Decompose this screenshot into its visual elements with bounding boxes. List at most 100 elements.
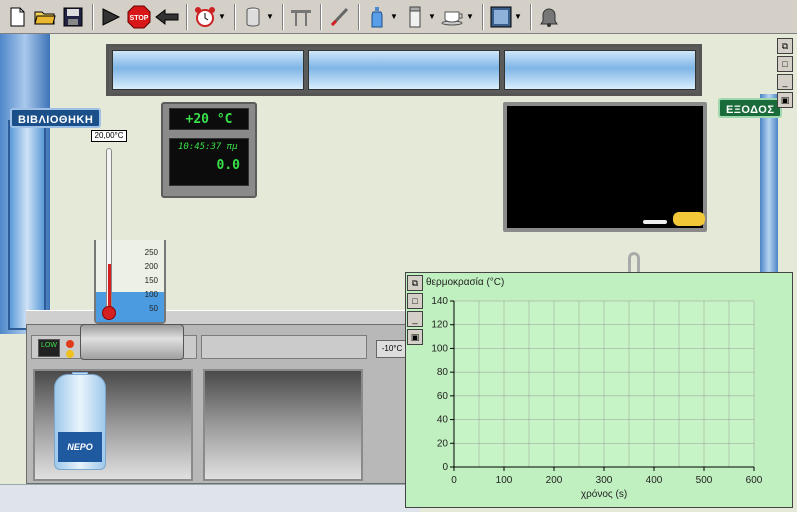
- toolbar-separator: [530, 3, 532, 30]
- chevron-down-icon[interactable]: ▼: [428, 12, 436, 21]
- app-window: STOP ▼ ▼ ▼ ▼ ▼ ▼ ΒΙΒΛΙΟΘΗΚΗ ΕΞΟΔΟΣ +20 °…: [0, 0, 797, 512]
- scene-window-controls: ⧉ □ _ ▣: [776, 36, 796, 110]
- exit-sign[interactable]: ΕΞΟΔΟΣ: [718, 98, 783, 118]
- x-tick-label: 100: [496, 475, 513, 486]
- toolbar-separator: [482, 3, 484, 30]
- temperature-chart: 0 20 40 60 80 100 120 140 0 100 200 300 400 500 600 θερ…: [426, 276, 763, 500]
- y-tick-label: 60: [437, 391, 449, 402]
- new-file-icon: [10, 7, 25, 26]
- stop-button[interactable]: STOP: [126, 4, 152, 30]
- save-graph-button[interactable]: ▣: [777, 92, 793, 108]
- y-tick-label: 140: [431, 296, 448, 307]
- library-sign[interactable]: ΒΙΒΛΙΟΘΗΚΗ: [10, 108, 102, 128]
- cup-button[interactable]: [440, 4, 466, 30]
- stand-icon: [291, 9, 311, 26]
- maximize-button[interactable]: □: [777, 56, 793, 72]
- restore-button[interactable]: ⧉: [777, 38, 793, 54]
- thermometer-reading: 20,00°C: [91, 130, 127, 142]
- x-tick-label: 400: [646, 475, 663, 486]
- control-knobs[interactable]: [66, 340, 76, 360]
- restore-button[interactable]: ⧉: [407, 275, 423, 291]
- beaker-icon: [246, 7, 260, 26]
- toolbar-separator: [186, 3, 188, 30]
- chevron-down-icon[interactable]: ▼: [390, 12, 398, 21]
- y-tick-label: 20: [437, 438, 449, 449]
- x-tick-label: 600: [746, 475, 763, 486]
- beaker-scale: 250 200 150 100 50: [144, 248, 158, 313]
- open-button[interactable]: [32, 4, 58, 30]
- cabinet-door[interactable]: [203, 369, 363, 481]
- chevron-down-icon[interactable]: ▼: [466, 12, 474, 21]
- picture-button[interactable]: [488, 4, 514, 30]
- window-pane: [112, 50, 304, 90]
- bell-button[interactable]: [536, 4, 562, 30]
- toolbar-separator: [234, 3, 236, 30]
- thermometer-mercury: [108, 264, 111, 310]
- maximize-button[interactable]: □: [407, 293, 423, 309]
- minimize-button[interactable]: _: [777, 74, 793, 90]
- bench-top: [26, 310, 416, 324]
- bell-icon: [540, 7, 558, 27]
- alarm-clock-button[interactable]: [192, 4, 218, 30]
- y-tick-label: 40: [437, 415, 449, 426]
- x-axis-label: χρόνος (s): [581, 488, 627, 500]
- stand-button[interactable]: [288, 4, 314, 30]
- y-tick-label: 80: [437, 367, 449, 378]
- window-pane: [308, 50, 500, 90]
- play-icon: [102, 7, 121, 26]
- save-button[interactable]: [60, 4, 86, 30]
- save-icon: [63, 7, 83, 26]
- chevron-down-icon[interactable]: ▼: [514, 12, 522, 21]
- graph-window: ⧉ □ _ ▣ 0 20 40 60 80 100 120 140 0 100 200 300 400 5…: [405, 272, 793, 508]
- cabinet-panel: [201, 335, 367, 359]
- low-indicator: LOW: [38, 339, 60, 357]
- toolbar-separator: [92, 3, 94, 30]
- stop-icon: STOP: [127, 5, 151, 28]
- bottle-label: ΝΕΡΟ: [58, 432, 102, 462]
- y-tick-label: 100: [431, 343, 448, 354]
- room-temperature-display: +20 °C: [169, 108, 249, 130]
- open-folder-icon: [34, 11, 56, 24]
- jar-icon: [409, 6, 421, 27]
- x-tick-label: 200: [546, 475, 563, 486]
- toolbar-separator: [320, 3, 322, 30]
- x-tick-label: 0: [451, 475, 457, 486]
- window-pane: [504, 50, 696, 90]
- save-graph-button[interactable]: ▣: [407, 329, 423, 345]
- alarm-clock-icon: [195, 6, 215, 27]
- graph-window-controls: ⧉ □ _ ▣: [406, 273, 424, 347]
- y-tick-label: 0: [442, 462, 448, 473]
- sponge: [673, 212, 705, 226]
- chalk: [643, 220, 667, 224]
- back-button[interactable]: [154, 4, 180, 30]
- beaker-button[interactable]: [240, 4, 266, 30]
- y-tick-label: 120: [431, 320, 448, 331]
- library-door[interactable]: [8, 120, 46, 330]
- toolbar-separator: [358, 3, 360, 30]
- chevron-down-icon[interactable]: ▼: [218, 12, 226, 21]
- x-tick-label: 300: [596, 475, 613, 486]
- chevron-down-icon[interactable]: ▼: [266, 12, 274, 21]
- clock-time: 10:45:37 πμ: [178, 142, 238, 152]
- jar-button[interactable]: [402, 4, 428, 30]
- hotplate[interactable]: [80, 324, 184, 360]
- picture-icon: [490, 6, 512, 27]
- clock-display: 10:45:37 πμ 0.0: [169, 138, 249, 186]
- bottle-button[interactable]: [364, 4, 390, 30]
- new-file-button[interactable]: [4, 4, 30, 30]
- blackboard: [503, 102, 707, 232]
- floor: [0, 484, 420, 512]
- play-button[interactable]: [98, 4, 124, 30]
- back-arrow-icon: [155, 8, 179, 25]
- y-axis-label: θερμοκρασία (°C): [426, 276, 504, 288]
- freezer-temperature: -10°C: [376, 340, 408, 358]
- thermometer-button[interactable]: [326, 4, 352, 30]
- windows: [106, 44, 702, 96]
- cup-icon: [441, 11, 463, 25]
- thermometer-icon: [330, 7, 349, 26]
- toolbar: STOP ▼ ▼ ▼ ▼ ▼ ▼: [0, 0, 797, 34]
- bottle-icon: [371, 6, 383, 27]
- minimize-button[interactable]: _: [407, 311, 423, 327]
- thermometer-bulb: [102, 306, 116, 320]
- wall-display: +20 °C 10:45:37 πμ 0.0: [161, 102, 257, 198]
